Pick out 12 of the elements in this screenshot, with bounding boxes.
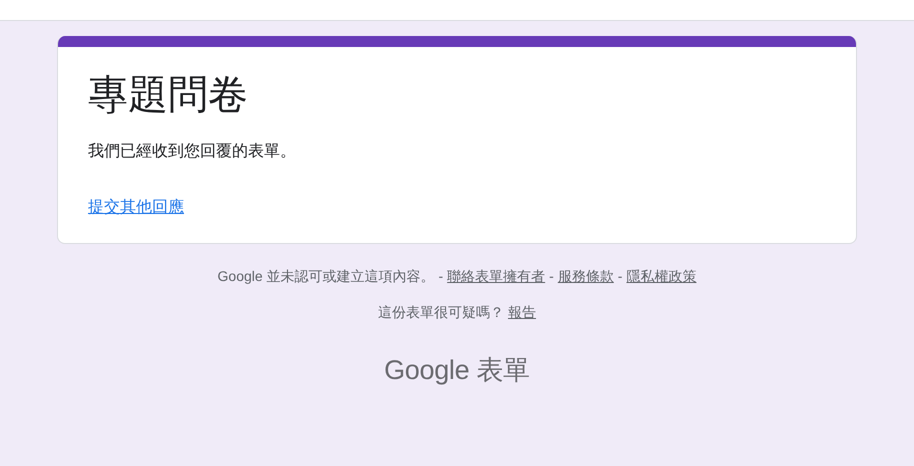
submit-another-link[interactable]: 提交其他回應 xyxy=(88,199,184,216)
footer-link[interactable]: 聯絡表單擁有者 xyxy=(447,266,546,286)
suspicious-question: 這份表單很可疑嗎？ xyxy=(378,303,504,322)
forms-logo: Google 表單 xyxy=(384,354,530,387)
separator: - xyxy=(549,267,554,286)
form-title: 專題問卷 xyxy=(88,72,249,119)
confirmation-message: 我們已經收到您回覆的表單。 xyxy=(88,142,297,162)
separator: - xyxy=(618,267,622,286)
footer-link[interactable]: 隱私權政策 xyxy=(626,266,696,286)
footer-link[interactable]: 服務條款 xyxy=(558,266,614,286)
disclaimer-text: Google 並未認可或建立這項內容。 - xyxy=(218,267,444,286)
report-link[interactable]: 報告 xyxy=(508,302,536,322)
